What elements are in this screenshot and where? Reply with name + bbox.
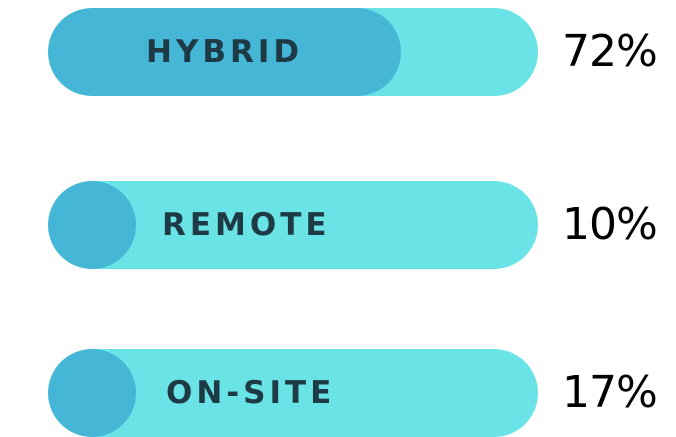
- bar-label-remote: REMOTE: [162, 207, 331, 243]
- bar-fill-remote: [48, 181, 136, 269]
- bar-label-hybrid: HYBRID: [146, 34, 304, 70]
- bar-value-remote: 10%: [562, 199, 658, 250]
- bar-row-hybrid: HYBRID 72%: [0, 8, 676, 96]
- bar-value-on-site: 17%: [562, 367, 658, 418]
- bar-row-on-site: ON-SITE 17%: [0, 349, 676, 437]
- bar-row-remote: REMOTE 10%: [0, 181, 676, 269]
- bar-fill-on-site: [48, 349, 136, 437]
- bar-label-on-site: ON-SITE: [166, 375, 336, 411]
- bar-value-hybrid: 72%: [562, 26, 658, 77]
